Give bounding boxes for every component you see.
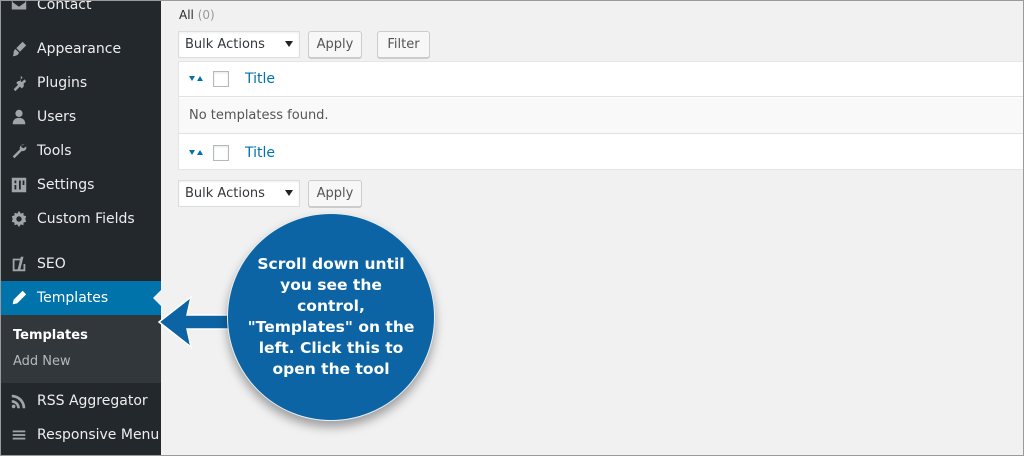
sidebar-item-appearance[interactable]: Appearance bbox=[1, 32, 161, 66]
sort-icon[interactable] bbox=[189, 75, 203, 83]
wrench-icon bbox=[1, 142, 37, 160]
sort-icon[interactable] bbox=[189, 149, 203, 157]
paintbrush-icon bbox=[1, 40, 37, 58]
column-title-footer[interactable]: Title bbox=[245, 145, 275, 161]
screenshot-frame: Contact Appearance Plugins Users Tools S… bbox=[0, 0, 1024, 456]
select-all-checkbox-footer[interactable] bbox=[213, 145, 229, 161]
sidebar-item-settings[interactable]: Settings bbox=[1, 168, 161, 202]
sidebar-item-responsive-menu[interactable]: Responsive Menu bbox=[1, 418, 161, 452]
column-title-header[interactable]: Title bbox=[245, 71, 275, 87]
submenu-item-templates[interactable]: Templates bbox=[13, 328, 88, 343]
filter-button[interactable]: Filter bbox=[377, 31, 430, 58]
templates-submenu: Templates Add New bbox=[1, 315, 161, 383]
sidebar-item-templates[interactable]: Templates bbox=[1, 281, 161, 315]
sidebar-item-label: Users bbox=[37, 109, 77, 125]
instruction-callout: Scroll down until you see the control, "… bbox=[227, 213, 435, 421]
bulk-actions-select-top[interactable]: Bulk Actions bbox=[178, 31, 300, 58]
sidebar-item-label: Tools bbox=[37, 143, 72, 159]
sidebar-item-contact[interactable]: Contact bbox=[1, 0, 161, 22]
chevron-down-icon bbox=[285, 190, 293, 196]
sidebar-item-tools[interactable]: Tools bbox=[1, 134, 161, 168]
view-filter-all[interactable]: All (0) bbox=[179, 8, 215, 22]
sidebar-item-rss-aggregator[interactable]: RSS Aggregator bbox=[1, 384, 161, 418]
view-all-count: (0) bbox=[197, 8, 215, 22]
sidebar-item-label: Custom Fields bbox=[37, 211, 135, 227]
table-row: No templatess found. bbox=[179, 98, 1023, 134]
select-all-checkbox[interactable] bbox=[213, 71, 229, 87]
no-items-message: No templatess found. bbox=[189, 108, 329, 123]
view-all-label: All bbox=[179, 8, 194, 22]
table-footer-row: Title bbox=[179, 135, 1023, 171]
apply-button-top[interactable]: Apply bbox=[308, 31, 362, 58]
sidebar-item-label: Templates bbox=[37, 290, 109, 306]
yoast-icon bbox=[1, 255, 37, 273]
pencil-icon bbox=[1, 289, 37, 307]
rss-icon bbox=[1, 392, 37, 410]
apply-button-bottom[interactable]: Apply bbox=[308, 180, 362, 207]
bulk-actions-select-bottom[interactable]: Bulk Actions bbox=[178, 180, 300, 207]
plugin-icon bbox=[1, 74, 37, 92]
templates-table: Title No templatess found. Title bbox=[178, 61, 1023, 171]
sidebar-item-plugins[interactable]: Plugins bbox=[1, 66, 161, 100]
submenu-item-add-new[interactable]: Add New bbox=[13, 354, 71, 369]
chevron-down-icon bbox=[285, 41, 293, 47]
callout-text: Scroll down until you see the control, "… bbox=[247, 255, 415, 378]
sidebar-item-label: RSS Aggregator bbox=[37, 393, 148, 409]
user-icon bbox=[1, 108, 37, 126]
sidebar-item-label: Appearance bbox=[37, 41, 122, 57]
bulk-actions-value: Bulk Actions bbox=[185, 186, 265, 201]
sidebar-item-seo[interactable]: SEO bbox=[1, 247, 161, 281]
sidebar-item-label: Contact bbox=[37, 0, 92, 13]
settings-icon bbox=[1, 176, 37, 194]
sidebar-item-custom-fields[interactable]: Custom Fields bbox=[1, 202, 161, 236]
sidebar-item-label: Settings bbox=[37, 177, 95, 193]
sidebar-item-label: Plugins bbox=[37, 75, 88, 91]
sidebar-item-users[interactable]: Users bbox=[1, 100, 161, 134]
bulk-actions-value: Bulk Actions bbox=[185, 37, 265, 52]
sidebar-item-label: SEO bbox=[37, 256, 66, 272]
envelope-icon bbox=[1, 1, 37, 14]
hamburger-icon bbox=[1, 426, 37, 444]
sidebar-item-label: Responsive Menu bbox=[37, 427, 160, 443]
admin-sidebar: Contact Appearance Plugins Users Tools S… bbox=[1, 0, 161, 455]
table-header-row: Title bbox=[179, 62, 1023, 97]
gear-icon bbox=[1, 210, 37, 228]
